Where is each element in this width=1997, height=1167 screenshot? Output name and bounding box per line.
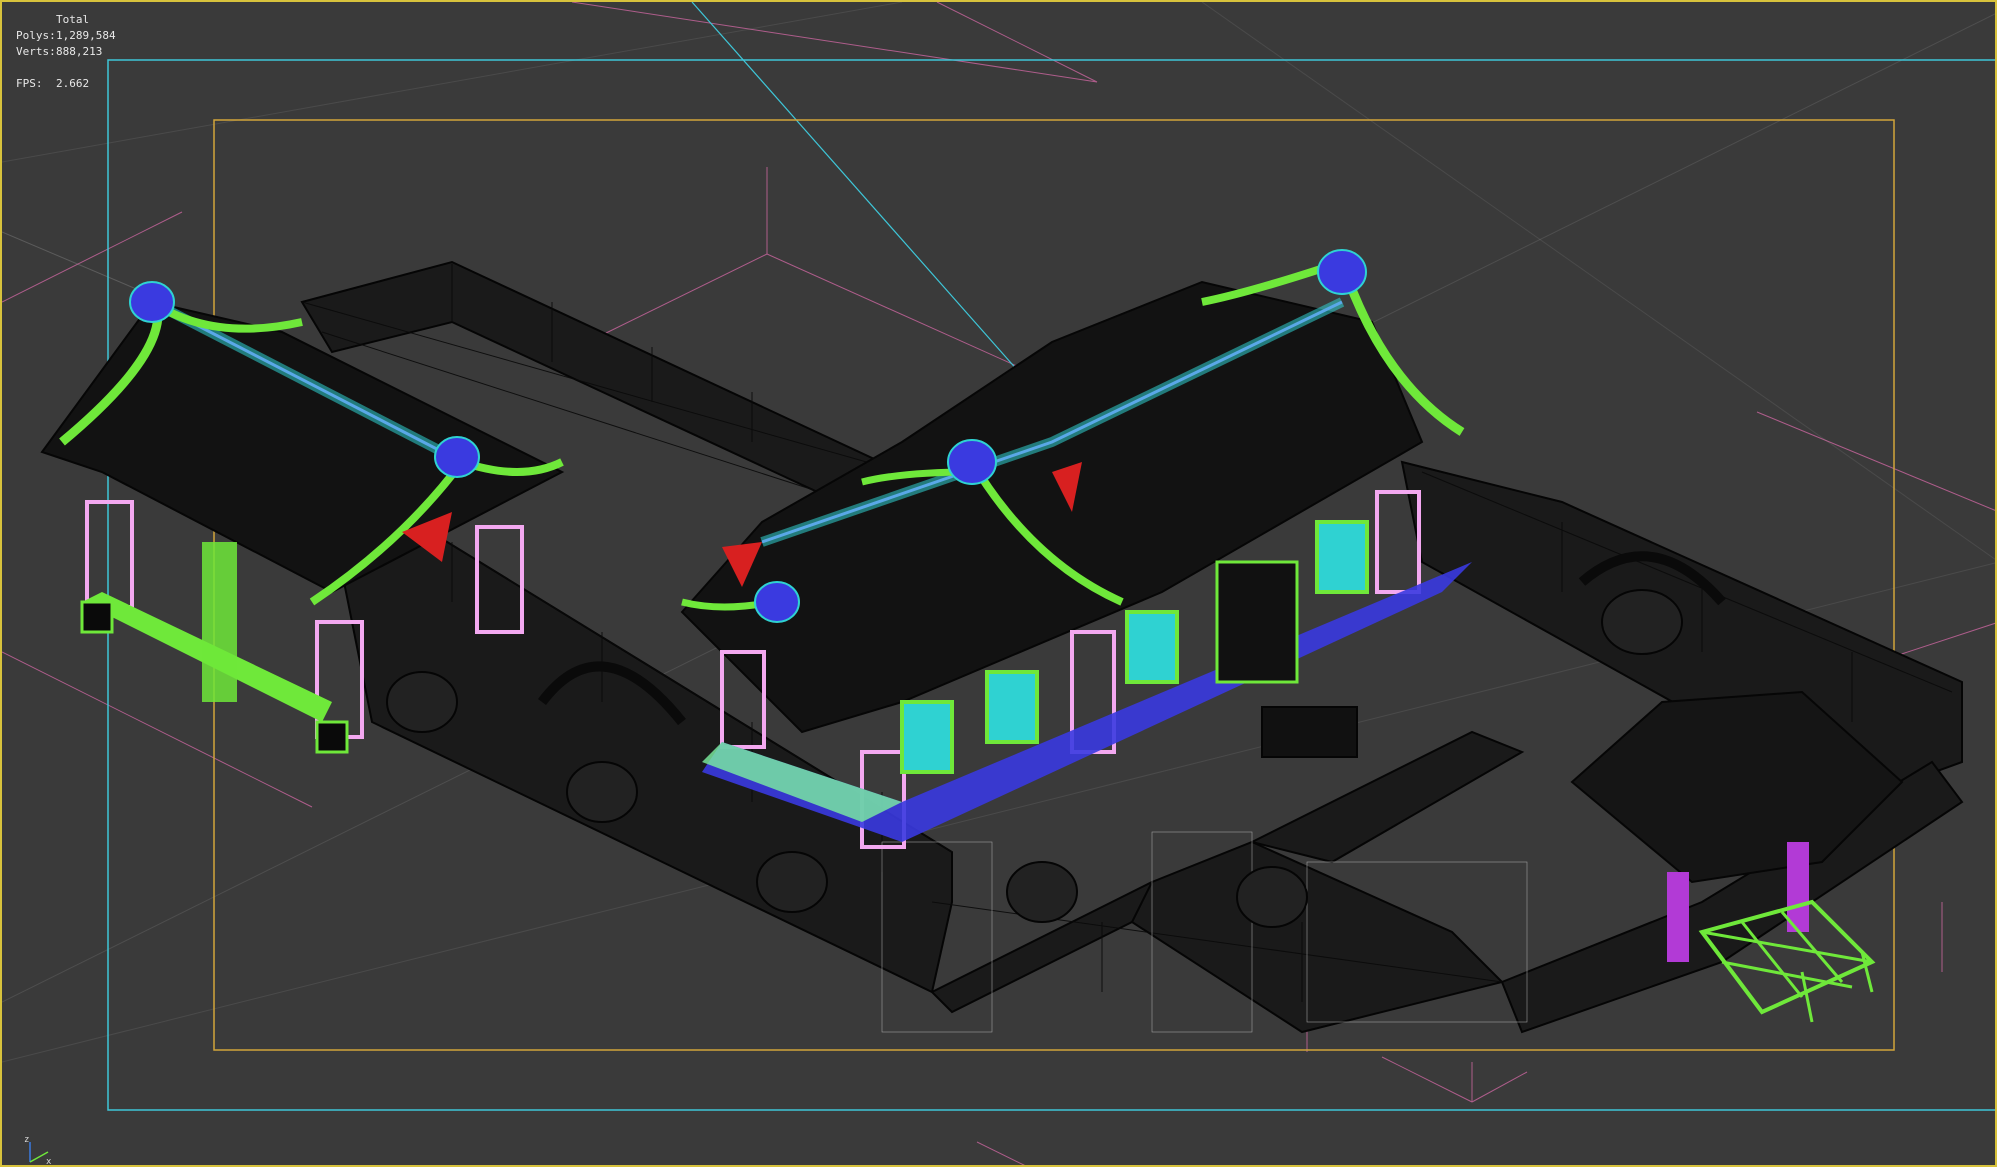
verts-value: 888,213 [56,45,103,58]
axis-x-label: x [46,1157,52,1167]
polys-value: 1,289,584 [56,29,116,42]
main-hall [680,249,1472,849]
stats-polys-row: Polys: 1,289,584 [16,28,116,44]
3d-viewport[interactable]: z x Total Polys: 1,289,584 Verts: 888,21… [0,0,1997,1167]
polys-label: Polys: [16,29,56,42]
fps-label: FPS: [16,77,43,90]
verts-label: Verts: [16,45,56,58]
fps-value: 2.662 [56,77,90,90]
stats-spacer [16,60,116,76]
stats-verts-row: Verts: 888,213 [16,44,116,60]
stats-header: Total [16,12,116,28]
axis-gizmo: z x [24,1135,52,1167]
wireframe-scene[interactable]: z x [2,2,1997,1167]
scene-statistics: Total Polys: 1,289,584 Verts: 888,213 FP… [16,12,116,92]
stats-total-label: Total [56,13,90,26]
stats-fps-row: FPS: 2.662 [16,76,116,92]
axis-z-label: z [24,1135,29,1145]
